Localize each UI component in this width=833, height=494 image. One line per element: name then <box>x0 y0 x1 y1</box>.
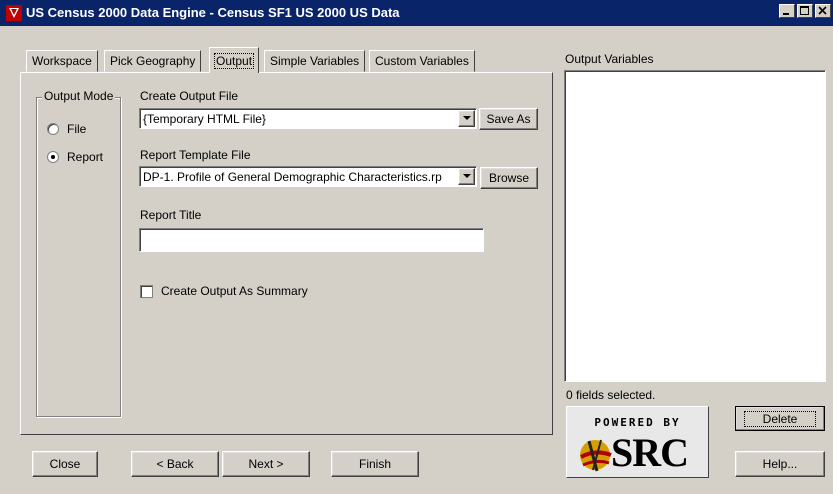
radio-file[interactable] <box>47 123 59 135</box>
output-variables-list[interactable] <box>564 70 826 382</box>
report-template-value: DP-1. Profile of General Demographic Cha… <box>143 169 442 184</box>
chevron-down-icon <box>462 116 471 120</box>
output-variables-label: Output Variables <box>565 52 654 66</box>
minimize-button[interactable] <box>779 4 795 18</box>
close-icon <box>818 6 827 15</box>
next-button-label: Next > <box>248 457 284 471</box>
window-title: US Census 2000 Data Engine - Census SF1 … <box>26 5 400 20</box>
finish-button-label: Finish <box>358 457 391 471</box>
create-output-file-label: Create Output File <box>140 89 239 103</box>
output-mode-group <box>36 97 121 417</box>
report-template-dropdown-arrow[interactable] <box>458 168 475 185</box>
window-controls <box>779 4 831 18</box>
tab-output[interactable]: Output <box>209 47 260 73</box>
maximize-icon <box>800 6 809 15</box>
save-as-button[interactable]: Save As <box>479 108 538 130</box>
save-as-button-label: Save As <box>486 112 531 126</box>
fields-selected-status: 0 fields selected. <box>566 388 656 402</box>
back-button[interactable]: < Back <box>131 451 219 477</box>
tab-workspace[interactable]: Workspace <box>26 50 98 72</box>
radio-report[interactable] <box>47 151 59 163</box>
tab-label: Simple Variables <box>270 54 360 68</box>
app-icon <box>6 5 22 21</box>
tab-label: Custom Variables <box>375 54 469 68</box>
report-title-label: Report Title <box>140 208 202 222</box>
help-button[interactable]: Help... <box>735 451 825 477</box>
tab-simple-variables[interactable]: Simple Variables <box>264 50 366 72</box>
report-template-dropdown[interactable]: DP-1. Profile of General Demographic Cha… <box>139 166 477 187</box>
finish-button[interactable]: Finish <box>331 451 419 477</box>
tab-custom-variables[interactable]: Custom Variables <box>369 50 475 72</box>
census-data-engine-window: US Census 2000 Data Engine - Census SF1 … <box>0 0 833 494</box>
tab-label: Output <box>213 52 255 69</box>
next-button[interactable]: Next > <box>222 451 310 477</box>
help-button-label: Help... <box>762 457 798 471</box>
tab-label: Workspace <box>32 54 92 68</box>
title-bar[interactable]: US Census 2000 Data Engine - Census SF1 … <box>0 0 833 26</box>
create-output-file-dropdown-arrow[interactable] <box>458 110 475 127</box>
report-template-file-label: Report Template File <box>140 148 251 162</box>
radio-selected-dot <box>51 155 55 159</box>
radio-report-label[interactable]: Report <box>67 150 103 164</box>
close-button-label: Close <box>49 457 81 471</box>
create-output-file-dropdown[interactable]: {Temporary HTML File} <box>139 108 477 129</box>
maximize-button[interactable] <box>797 4 813 18</box>
create-output-summary-checkbox[interactable] <box>140 285 153 298</box>
globe-icon <box>580 439 612 472</box>
delete-button[interactable]: Delete <box>735 406 825 431</box>
powered-by-src-logo: POWERED BY SRC <box>566 406 709 478</box>
output-mode-label: Output Mode <box>42 89 116 103</box>
chevron-down-icon <box>462 174 471 178</box>
powered-by-text: POWERED BY <box>594 416 681 429</box>
close-button[interactable]: Close <box>32 451 98 477</box>
browse-button[interactable]: Browse <box>480 167 538 189</box>
create-output-summary-label[interactable]: Create Output As Summary <box>161 284 308 298</box>
tab-label: Pick Geography <box>110 54 196 68</box>
delete-button-label: Delete <box>743 410 817 427</box>
close-window-button[interactable] <box>815 4 831 18</box>
create-output-file-value: {Temporary HTML File} <box>143 111 266 126</box>
back-button-label: < Back <box>156 457 194 471</box>
radio-file-label[interactable]: File <box>67 122 86 136</box>
src-brand-text: SRC <box>611 430 689 475</box>
report-title-input[interactable] <box>139 228 484 252</box>
minimize-icon <box>783 13 789 15</box>
tab-pick-geography[interactable]: Pick Geography <box>104 50 202 72</box>
browse-button-label: Browse <box>488 171 529 185</box>
